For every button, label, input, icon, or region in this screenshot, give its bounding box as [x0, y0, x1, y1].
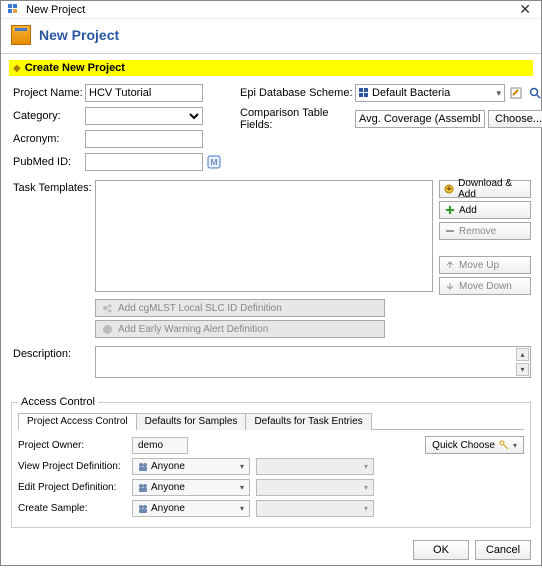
- chevron-right-icon: ◆: [13, 63, 21, 74]
- titlebar: New Project ✕: [1, 1, 541, 19]
- edit-def-label: Edit Project Definition:: [18, 482, 126, 493]
- alert-icon: [102, 324, 113, 335]
- access-control-legend: Access Control: [18, 396, 98, 408]
- access-control-group: Access Control Project Access Control De…: [11, 396, 531, 528]
- pubmed-label: PubMed ID:: [13, 156, 85, 168]
- close-icon[interactable]: ✕: [515, 1, 535, 18]
- task-templates-label: Task Templates:: [13, 180, 95, 194]
- tab-project-access[interactable]: Project Access Control: [18, 413, 137, 430]
- download-add-button[interactable]: Download & Add: [439, 180, 531, 198]
- project-icon: [11, 25, 31, 45]
- category-select[interactable]: [85, 107, 203, 125]
- comp-fields-value: [355, 110, 485, 128]
- users-icon: [138, 504, 148, 514]
- view-def-label: View Project Definition:: [18, 461, 126, 472]
- add-button[interactable]: Add: [439, 201, 531, 219]
- epi-scheme-label: Epi Database Scheme:: [240, 87, 355, 99]
- pubmed-lookup-icon[interactable]: M: [206, 154, 222, 170]
- tab-defaults-samples[interactable]: Defaults for Samples: [136, 413, 247, 430]
- chevron-down-icon: ▾: [496, 88, 501, 99]
- project-owner-value[interactable]: demo: [132, 437, 188, 454]
- epi-scheme-value: Default Bacteria: [372, 87, 450, 99]
- acronym-label: Acronym:: [13, 133, 85, 145]
- category-label: Category:: [13, 110, 85, 122]
- scroll-down-icon[interactable]: ▾: [516, 363, 529, 376]
- edit-def-extra-select[interactable]: ▾: [256, 479, 374, 496]
- project-name-label: Project Name:: [13, 87, 85, 99]
- epi-search-icon[interactable]: [527, 85, 542, 101]
- view-def-extra-select[interactable]: ▾: [256, 458, 374, 475]
- edit-def-select[interactable]: Anyone ▾: [132, 479, 250, 496]
- plus-icon: [444, 205, 455, 216]
- dialog-footer: OK Cancel: [1, 534, 541, 570]
- key-icon: [499, 440, 509, 450]
- minus-icon: [444, 226, 455, 237]
- chevron-down-icon: ▾: [513, 441, 517, 450]
- arrow-down-icon: [444, 281, 455, 292]
- dialog-header: New Project: [1, 19, 541, 54]
- pubmed-input[interactable]: [85, 153, 203, 171]
- arrow-up-icon: [444, 260, 455, 271]
- remove-button[interactable]: Remove: [439, 222, 531, 240]
- ok-button[interactable]: OK: [413, 540, 469, 560]
- epi-scheme-combo[interactable]: Default Bacteria ▾: [355, 84, 505, 102]
- scroll-up-icon[interactable]: ▴: [516, 348, 529, 361]
- acronym-input[interactable]: [85, 130, 203, 148]
- choose-button[interactable]: Choose...: [488, 110, 542, 128]
- comp-fields-label: Comparison Table Fields:: [240, 107, 355, 131]
- project-name-input[interactable]: [85, 84, 203, 102]
- tab-defaults-tasks[interactable]: Defaults for Task Entries: [245, 413, 371, 430]
- users-icon: [138, 462, 148, 472]
- description-textarea[interactable]: ▴ ▾: [95, 346, 531, 378]
- cancel-button[interactable]: Cancel: [475, 540, 531, 560]
- view-def-select[interactable]: Anyone ▾: [132, 458, 250, 475]
- description-label: Description:: [13, 346, 95, 378]
- dialog-window: New Project ✕ New Project ◆ Create New P…: [0, 0, 542, 566]
- cgmlst-icon: [102, 303, 113, 314]
- db-icon: [359, 88, 369, 98]
- dialog-title: New Project: [39, 27, 119, 43]
- move-down-button[interactable]: Move Down: [439, 277, 531, 295]
- move-up-button[interactable]: Move Up: [439, 256, 531, 274]
- task-templates-list[interactable]: [95, 180, 433, 292]
- create-sample-label: Create Sample:: [18, 503, 126, 514]
- users-icon: [138, 483, 148, 493]
- project-owner-label: Project Owner:: [18, 440, 126, 451]
- epi-edit-icon[interactable]: [508, 85, 524, 101]
- app-icon: [7, 3, 21, 17]
- create-sample-select[interactable]: Anyone ▾: [132, 500, 250, 517]
- add-early-warning-button[interactable]: Add Early Warning Alert Definition: [95, 320, 385, 338]
- window-title: New Project: [26, 4, 515, 16]
- quick-choose-button[interactable]: Quick Choose ▾: [425, 436, 524, 454]
- create-sample-extra-select[interactable]: ▾: [256, 500, 374, 517]
- add-cgmlst-button[interactable]: Add cgMLST Local SLC ID Definition: [95, 299, 385, 317]
- svg-text:M: M: [211, 158, 218, 167]
- section-banner: ◆ Create New Project: [9, 60, 533, 76]
- banner-text: Create New Project: [25, 62, 125, 74]
- download-icon: [444, 184, 454, 195]
